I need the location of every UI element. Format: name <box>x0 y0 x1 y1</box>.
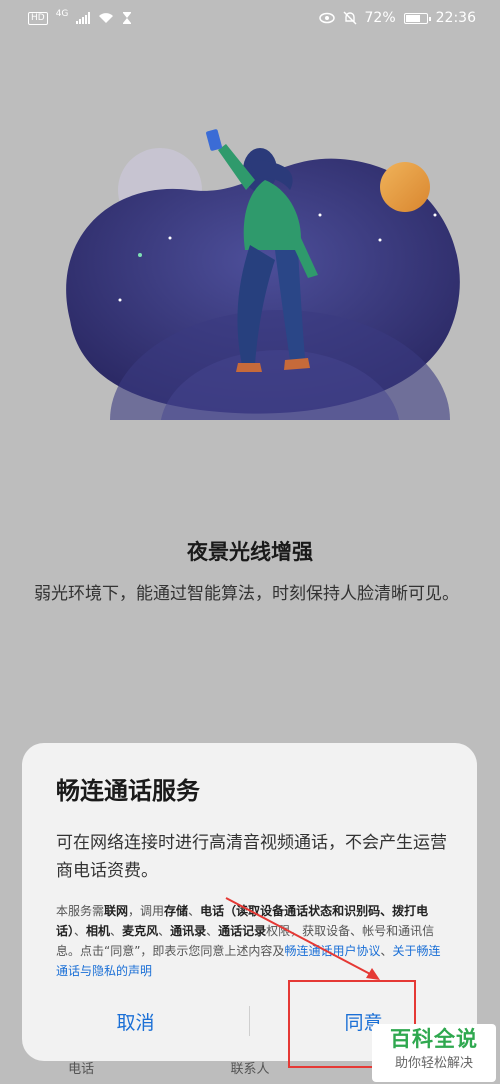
notice-text: 、 <box>188 904 201 918</box>
cancel-button[interactable]: 取消 <box>22 1008 249 1035</box>
notice-bold: 相机 <box>86 924 111 938</box>
status-bar: HD 4G 72% 22:36 <box>0 0 500 36</box>
notice-text: ，调用 <box>128 904 165 918</box>
feature-description: 弱光环境下，能通过智能算法，时刻保持人脸清晰可见。 <box>34 584 459 604</box>
dialog-body: 可在网络连接时进行高清音视频通话，不会产生运营商电话资费。 <box>56 833 447 881</box>
signal-icon <box>76 12 91 24</box>
feature-title: 夜景光线增强 <box>187 540 313 564</box>
hd-icon: HD <box>28 11 48 25</box>
watermark-logo: 百科全说 助你轻松解决 <box>372 1024 496 1082</box>
notice-bold: 存储 <box>164 904 189 918</box>
mute-icon <box>343 11 357 25</box>
status-time: 22:36 <box>435 10 476 26</box>
user-agreement-link[interactable]: 畅连通话用户协议 <box>284 944 380 958</box>
notice-bold: 通话记录 <box>218 924 267 938</box>
battery-icon <box>403 12 431 24</box>
network-type: 4G <box>55 9 69 19</box>
battery-percent: 72% <box>364 10 396 26</box>
status-left: HD 4G <box>28 9 132 25</box>
notice-text: 、 <box>206 924 219 938</box>
notice-text: 、 <box>380 944 393 958</box>
notice-text: 、 <box>158 924 171 938</box>
notice-bold: 麦克风 <box>122 924 159 938</box>
watermark-subtitle: 助你轻松解决 <box>394 1056 473 1071</box>
notice-bold: 通讯录 <box>170 924 207 938</box>
notice-bold: 联网 <box>104 904 129 918</box>
status-right: 72% 22:36 <box>318 10 476 26</box>
hourglass-icon <box>123 12 132 24</box>
wifi-icon <box>99 13 114 23</box>
notice-text: 本服务需 <box>56 904 105 918</box>
dialog-title: 畅连通话服务 <box>56 777 200 805</box>
night-scene-illustration <box>66 129 460 420</box>
battery-fill <box>405 14 420 22</box>
dialog-notice: 本服务需联网，调用存储、电话（读取设备通话状态和识别码、拨打电话）、相机、麦克风… <box>56 901 450 981</box>
notice-text: 、 <box>74 924 87 938</box>
eye-icon <box>318 12 335 24</box>
watermark-title: 百科全说 <box>390 1027 478 1051</box>
notice-text: 、 <box>110 924 123 938</box>
